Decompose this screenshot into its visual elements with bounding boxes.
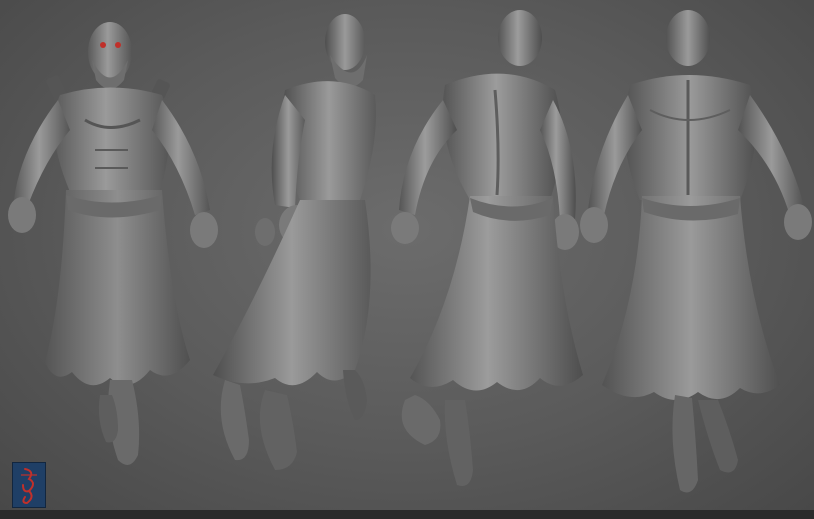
figure-three-quarter-back-view <box>385 0 590 510</box>
monogram-icon <box>21 468 37 505</box>
figure-front-svg <box>8 22 218 465</box>
figure-front-view <box>0 0 230 510</box>
figure-three-quarter-view <box>205 0 405 510</box>
figure-three-quarter-back-svg <box>391 10 583 486</box>
figure-back-view <box>580 0 814 510</box>
signature-monogram-logo <box>12 462 46 508</box>
sculpt-viewport <box>0 0 814 510</box>
bottom-bar <box>0 510 814 519</box>
figure-three-quarter-svg <box>213 14 376 470</box>
figure-back-svg <box>580 10 812 493</box>
